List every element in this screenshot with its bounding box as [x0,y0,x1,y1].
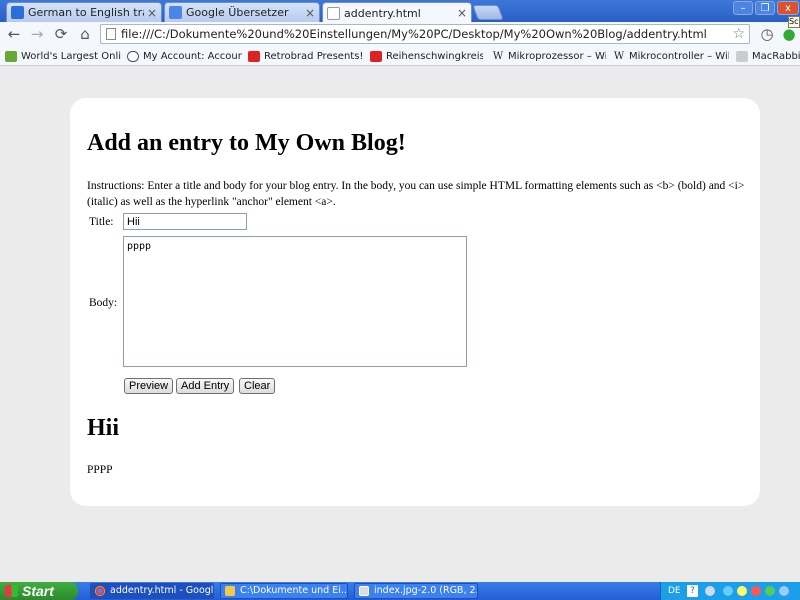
page-title: Add an entry to My Own Blog! [87,130,406,156]
reload-icon[interactable]: ⟳ [52,25,70,43]
tab-label: Google Übersetzer [186,6,289,19]
tab-google-translate[interactable]: Google Übersetzer × [164,2,320,22]
google-translate-icon [169,6,182,19]
bookmark-site-icon [5,50,17,62]
status-icon[interactable] [765,586,775,596]
folder-icon [225,586,235,596]
bookmark-site-icon [736,50,748,62]
home-icon[interactable]: ⌂ [76,25,94,43]
tab-addentry[interactable]: addentry.html × [322,2,472,23]
translate-site-icon [11,6,24,19]
new-tab-button[interactable] [472,5,504,20]
bookmark-item[interactable]: Retrobrad Presents! E... [248,49,364,63]
taskbar-item-label: index.jpg-2.0 (RGB, 2... [374,585,478,596]
bookmark-site-icon [127,50,139,62]
address-bar[interactable]: file:///C:/Dokumente%20und%20Einstellung… [100,24,750,44]
add-entry-button[interactable]: Add Entry [176,378,235,394]
taskbar-item-gimp[interactable]: index.jpg-2.0 (RGB, 2... [354,583,478,599]
wikipedia-icon: W [613,50,625,62]
bookmarks-bar: World's Largest Online... My Account: Ac… [0,46,800,66]
antivirus-icon[interactable] [751,586,761,596]
bookmark-label: Retrobrad Presents! E... [264,50,364,62]
address-text: file:///C:/Dokumente%20und%20Einstellung… [121,27,707,41]
bookmark-item[interactable]: W Mikroprozessor – Wiki... [492,49,606,63]
shield-icon[interactable] [737,586,747,596]
tab-label: addentry.html [344,6,421,20]
bookmark-item[interactable]: Reihenschwingkreis - ... [370,49,483,63]
star-icon[interactable]: ☆ [732,25,745,43]
language-indicator[interactable]: DE [668,586,681,596]
preview-button[interactable]: Preview [124,378,174,394]
preview-title: Hii [87,415,120,441]
instructions-text: Instructions: Enter a title and body for… [87,180,745,208]
taskbar: Start addentry.html - Googl... C:\Dokume… [0,582,800,600]
tab-translation[interactable]: German to English translatio × [6,2,162,22]
wikipedia-icon: W [492,50,504,62]
gimp-icon [359,586,369,596]
bookmark-label: World's Largest Online... [21,50,121,62]
start-button[interactable]: Start [0,582,78,600]
help-icon[interactable]: ? [687,585,698,597]
chrome-icon [95,586,105,596]
close-icon[interactable]: × [305,6,315,20]
page-icon [327,6,340,20]
youtube-icon [370,50,382,62]
page-icon [106,28,116,40]
preview-body: PPPP [87,464,113,476]
taskbar-item-chrome[interactable]: addentry.html - Googl... [90,583,214,599]
body-textarea[interactable]: pppp [123,236,467,367]
close-window-button[interactable]: x [777,1,799,15]
youtube-icon [248,50,260,62]
clear-button[interactable]: Clear [239,378,276,394]
close-icon[interactable]: × [457,6,467,20]
page-card: Add an entry to My Own Blog! Instruction… [70,98,760,506]
windows-flag-icon [5,585,18,597]
title-input[interactable] [123,213,247,230]
minimize-button[interactable]: – [733,1,753,15]
forward-arrow-icon[interactable]: → [28,25,46,43]
bookmark-label: My Account: Account ... [143,50,242,62]
volume-icon[interactable] [779,586,789,596]
bookmark-label: Mikroprozessor – Wiki... [508,50,606,62]
taskbar-item-explorer[interactable]: C:\Dokumente und Ei... [220,583,348,599]
network-icon[interactable] [705,586,715,596]
taskbar-item-label: addentry.html - Googl... [110,585,214,596]
bookmark-label: MacRabbit [752,50,800,62]
clock-icon[interactable]: ◷ [758,25,776,43]
bookmark-label: Reihenschwingkreis - ... [386,50,483,62]
bluetooth-icon[interactable] [723,586,733,596]
close-icon[interactable]: × [147,6,157,20]
bookmark-label: Mikrocontroller – Wikip... [629,50,729,62]
tab-strip: German to English translatio × Google Üb… [0,0,800,28]
bookmark-item[interactable]: My Account: Account ... [127,49,242,63]
browser-toolbar: ← → ⟳ ⌂ file:///C:/Dokumente%20und%20Ein… [0,22,800,46]
body-label: Body: [89,297,118,309]
tab-label: German to English translatio [28,6,144,19]
bookmark-item[interactable]: W Mikrocontroller – Wikip... [613,49,729,63]
system-tray: DE ? [660,582,800,600]
back-arrow-icon[interactable]: ← [5,25,23,43]
tooltip: Sc [788,16,800,28]
bookmark-item[interactable]: World's Largest Online... [5,49,121,63]
title-label: Title: [89,216,114,228]
restore-button[interactable]: ❐ [755,1,775,15]
taskbar-item-label: C:\Dokumente und Ei... [240,585,348,596]
start-label: Start [22,583,54,599]
bookmark-item[interactable]: MacRabbit [736,49,800,63]
